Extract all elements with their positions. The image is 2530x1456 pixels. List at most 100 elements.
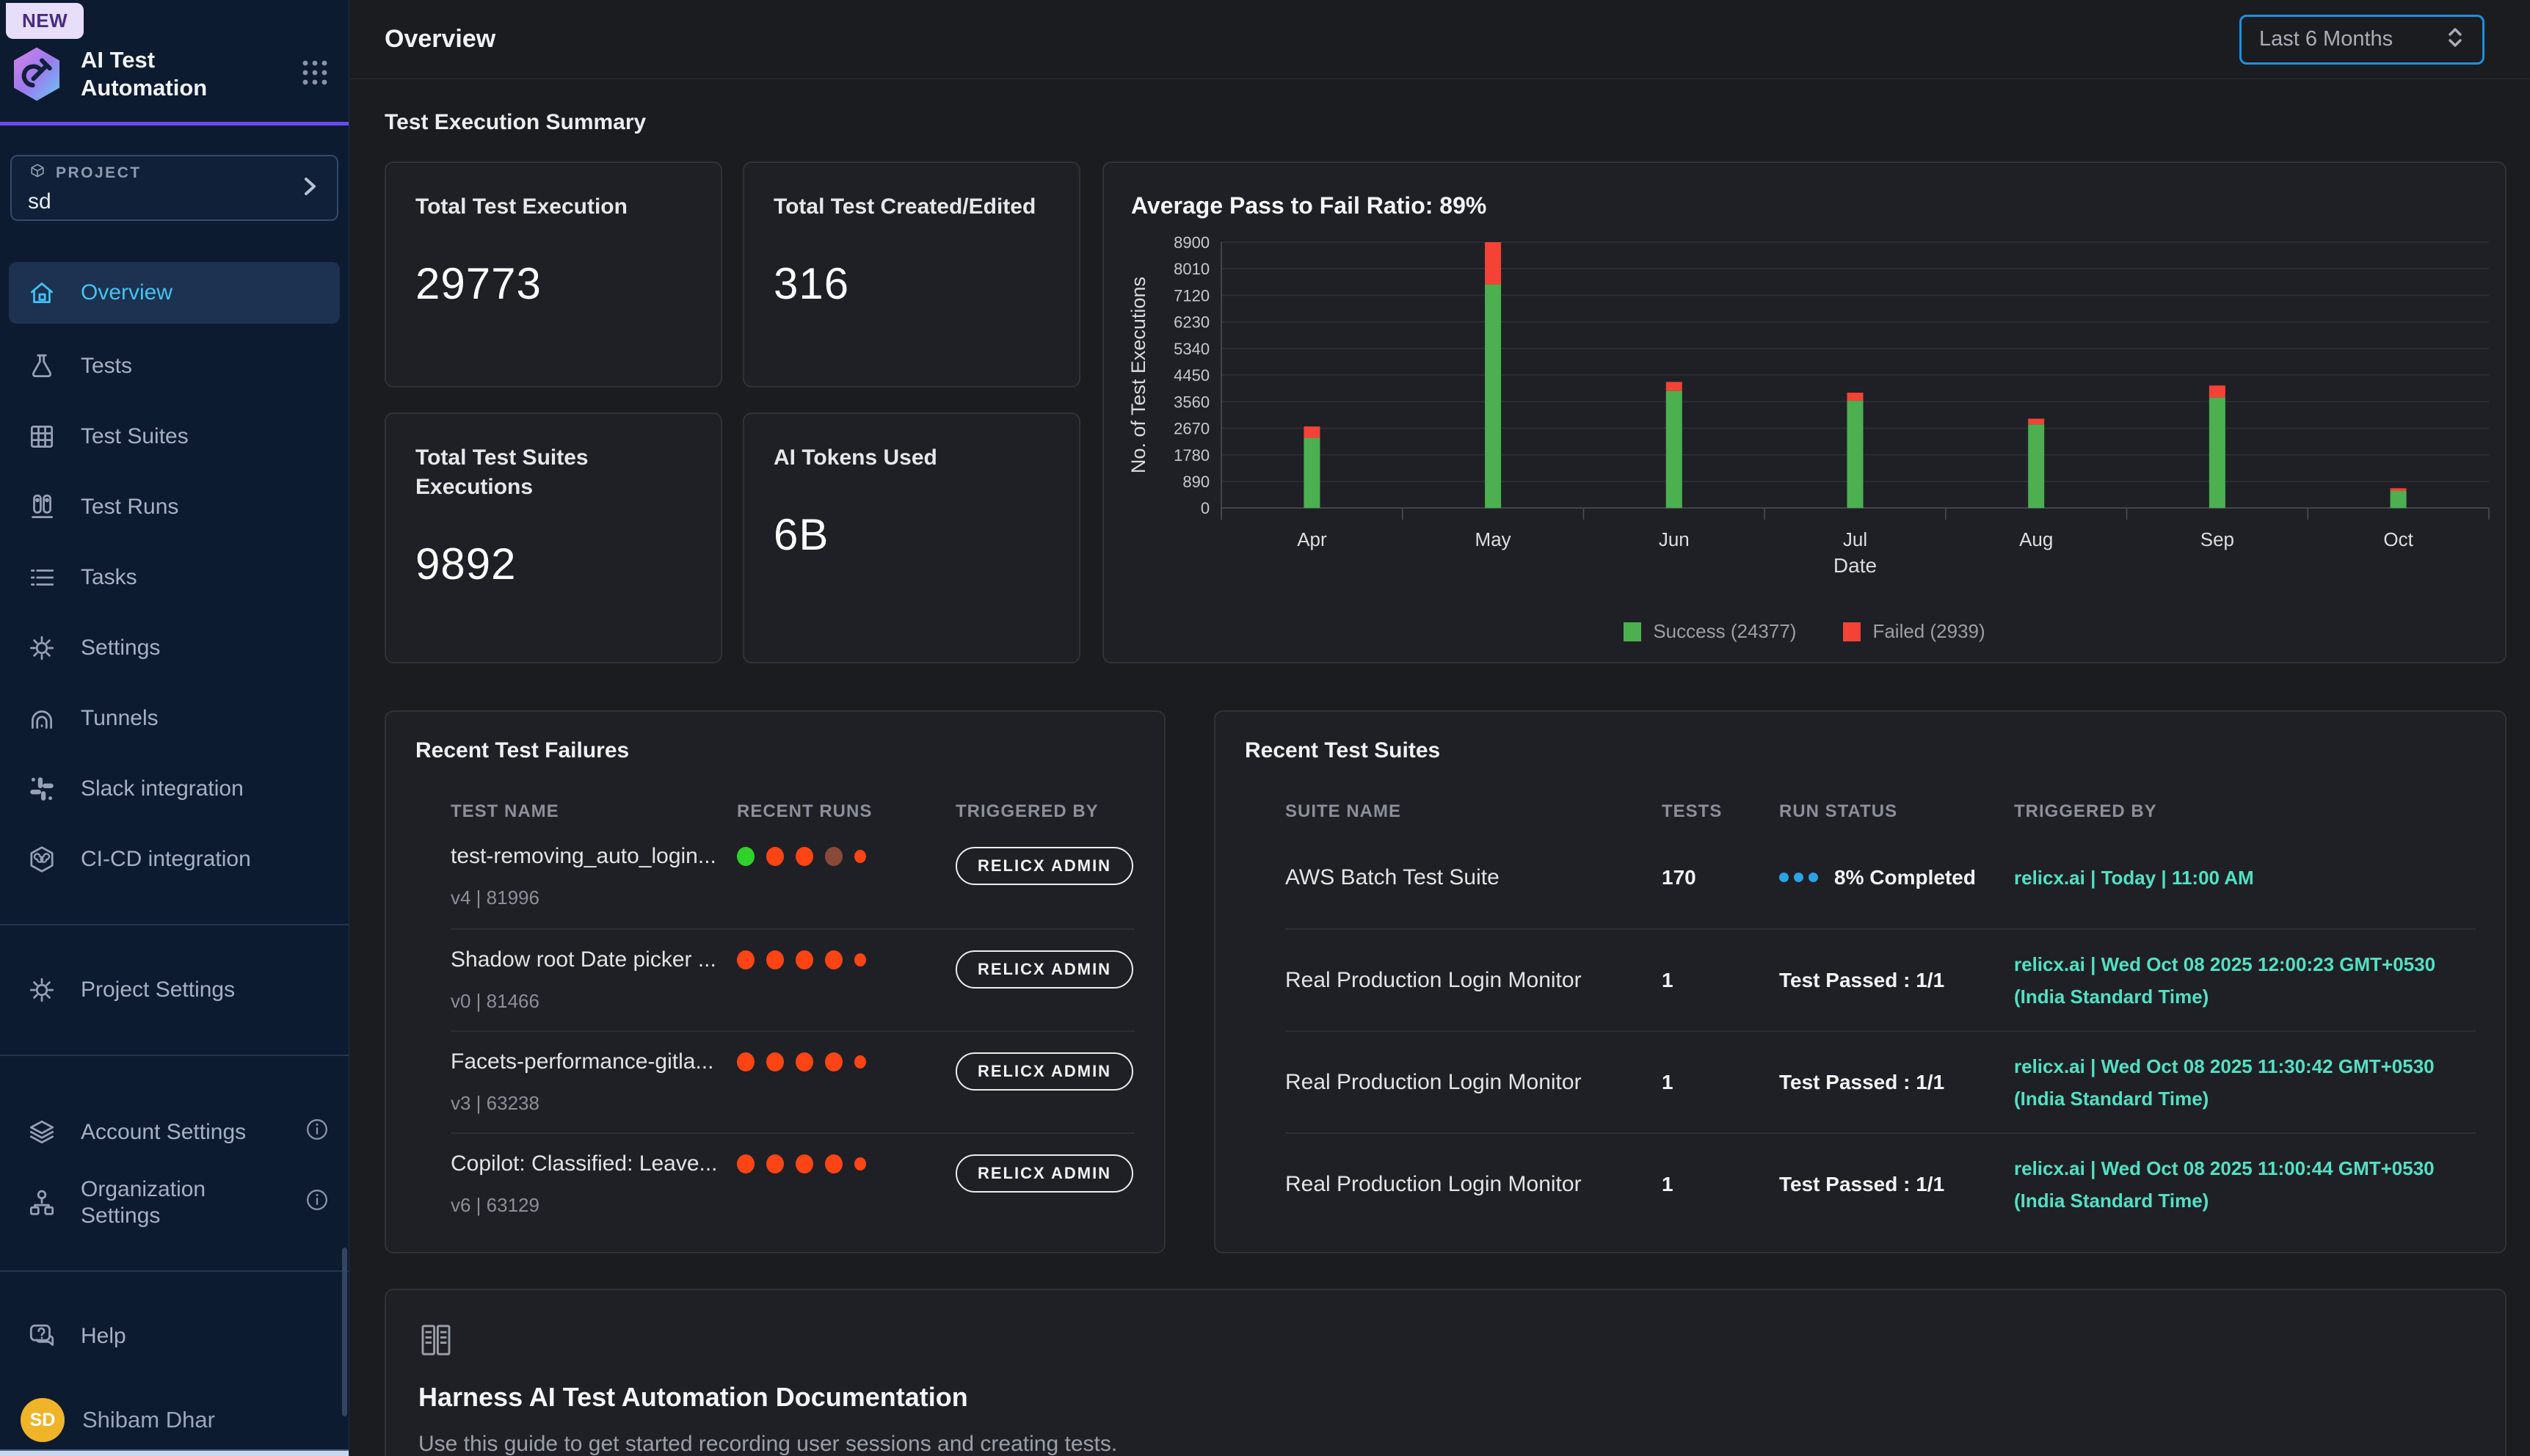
- progress-dot: [1779, 873, 1789, 882]
- sidebar-item-account-settings[interactable]: Account Settings: [0, 1097, 349, 1168]
- sidebar-item-project-settings[interactable]: Project Settings: [0, 955, 349, 1025]
- triggered-by-button[interactable]: RELICX ADMIN: [956, 950, 1133, 989]
- run-status-dot[interactable]: [766, 1052, 784, 1071]
- test-name: Facets-performance-gitla...: [451, 1048, 722, 1076]
- triggered-by-button[interactable]: RELICX ADMIN: [956, 1052, 1133, 1091]
- suite-tests-count: 1: [1662, 969, 1779, 992]
- run-status-dot[interactable]: [766, 950, 784, 969]
- test-suite-row[interactable]: Real Production Login Monitor1Test Passe…: [1285, 928, 2476, 1030]
- suite-triggered-by: relicx.ai | Wed Oct 08 2025 11:30:42 GMT…: [2014, 1050, 2476, 1115]
- sidebar-item-slack-integration[interactable]: Slack integration: [0, 754, 349, 824]
- sidebar-item-label: Tests: [81, 353, 132, 379]
- failure-name-cell: Shadow root Date picker ...v0 | 81466: [451, 946, 737, 1030]
- triggered-by-button[interactable]: RELICX ADMIN: [956, 847, 1133, 885]
- run-status-text: Test Passed : 1/1: [1779, 1071, 1944, 1094]
- info-icon[interactable]: [303, 1186, 331, 1220]
- run-status-dot[interactable]: [796, 1052, 813, 1071]
- run-status-dot[interactable]: [737, 950, 755, 969]
- svg-text:Apr: Apr: [1297, 528, 1327, 550]
- progress-dots-icon: [1779, 873, 1818, 882]
- sidebar-item-organization-settings[interactable]: Organization Settings: [0, 1168, 349, 1238]
- run-status-dot[interactable]: [737, 847, 755, 866]
- test-failure-row[interactable]: test-removing_auto_login...v4 | 81996REL…: [451, 826, 1135, 928]
- sidebar-scrollbar[interactable]: [342, 1248, 347, 1416]
- triggered-by-cell: RELICX ADMIN: [956, 842, 1135, 928]
- svg-text:No. of Test Executions: No. of Test Executions: [1127, 277, 1149, 473]
- legend-swatch: [1843, 622, 1861, 641]
- sidebar-item-label: Tunnels: [81, 705, 159, 732]
- main-content: Overview Last 6 Months Test Execution Su…: [350, 0, 2530, 1456]
- sidebar-item-ci-cd-integration[interactable]: CI-CD integration: [0, 824, 349, 895]
- sidebar-item-tests[interactable]: Tests: [0, 331, 349, 401]
- test-failure-row[interactable]: Copilot: Classified: Leave...v6 | 63129R…: [451, 1132, 1135, 1234]
- app-logo-icon: [10, 46, 63, 103]
- run-status-dot[interactable]: [825, 1052, 843, 1071]
- sidebar-item-label: Overview: [81, 280, 172, 306]
- sidebar-item-overview[interactable]: Overview: [9, 262, 340, 324]
- sidebar-item-settings[interactable]: Settings: [0, 613, 349, 683]
- time-range-select[interactable]: Last 6 Months: [2239, 15, 2484, 65]
- sidebar-item-help[interactable]: Help: [0, 1301, 349, 1372]
- test-suite-row[interactable]: Real Production Login Monitor1Test Passe…: [1285, 1132, 2476, 1234]
- sidebar-item-tasks[interactable]: Tasks: [0, 542, 349, 613]
- suite-tests-count: 170: [1662, 866, 1779, 889]
- svg-text:0: 0: [1201, 499, 1210, 517]
- recent-runs-dots: [737, 1048, 956, 1076]
- svg-text:4450: 4450: [1174, 366, 1210, 385]
- run-status-dot[interactable]: [825, 1154, 843, 1173]
- triggered-by-button[interactable]: RELICX ADMIN: [956, 1154, 1133, 1193]
- cube-icon: [28, 162, 47, 185]
- book-icon: [418, 1322, 2505, 1361]
- stat-value: 9892: [415, 539, 691, 589]
- slack-icon: [25, 772, 59, 806]
- column-header: RECENT RUNS: [737, 801, 956, 822]
- test-failure-row[interactable]: Shadow root Date picker ...v0 | 81466 REL…: [451, 928, 1135, 1030]
- project-label: PROJECT: [56, 164, 142, 182]
- stat-value: 316: [774, 258, 1050, 309]
- run-status-dot[interactable]: [796, 847, 813, 866]
- run-status-dot[interactable]: [825, 847, 843, 866]
- run-status-dot[interactable]: [796, 950, 813, 969]
- sidebar-item-label: Tasks: [81, 564, 137, 591]
- sidebar-nav-account: Account Settings Organization Settings: [0, 1097, 349, 1238]
- run-status-dot[interactable]: [766, 847, 784, 866]
- svg-text:Date: Date: [1833, 554, 1877, 577]
- home-icon: [25, 276, 59, 310]
- grid-icon: [25, 420, 59, 454]
- stat-card-ai-tokens-used: AI Tokens Used6B: [743, 412, 1080, 663]
- test-suite-row[interactable]: AWS Batch Test Suite1708% Completedrelic…: [1285, 826, 2476, 928]
- run-status-dot[interactable]: [737, 1052, 755, 1071]
- test-failure-row[interactable]: Facets-performance-gitla...v3 | 63238REL…: [451, 1030, 1135, 1132]
- stat-card-total-test-created-edited: Total Test Created/Edited316: [743, 161, 1080, 387]
- sidebar-item-test-runs[interactable]: Test Runs: [0, 472, 349, 542]
- progress-dot: [1809, 873, 1818, 882]
- run-status-dot[interactable]: [854, 1055, 866, 1069]
- layers-icon: [25, 1115, 59, 1149]
- svg-text:3560: 3560: [1174, 393, 1210, 411]
- run-status-dot[interactable]: [766, 1154, 784, 1173]
- run-status-dot[interactable]: [825, 950, 843, 969]
- docs-title: Harness AI Test Automation Documentation: [418, 1382, 2505, 1413]
- chart-legend: Success (24377)Failed (2939): [1104, 620, 2505, 643]
- sidebar-item-tunnels[interactable]: Tunnels: [0, 683, 349, 754]
- run-status-dot[interactable]: [854, 953, 866, 967]
- stat-cards: Total Test Execution29773Total Test Crea…: [385, 161, 1080, 663]
- project-selector[interactable]: PROJECT sd: [10, 155, 338, 221]
- svg-text:6230: 6230: [1174, 313, 1210, 332]
- apps-grid-icon[interactable]: [299, 57, 331, 92]
- info-icon[interactable]: [303, 1115, 331, 1149]
- run-status-dot[interactable]: [854, 1157, 866, 1171]
- run-status-dot[interactable]: [796, 1154, 813, 1173]
- recent-test-suites-card: Recent Test Suites SUITE NAMETESTSRUN ST…: [1214, 710, 2507, 1253]
- stat-label: AI Tokens Used: [774, 443, 1050, 473]
- run-status-text: 8% Completed: [1834, 866, 1976, 889]
- stat-card-total-test-suites-executions: Total Test Suites Executions9892: [385, 412, 722, 663]
- user-profile[interactable]: SD Shibam Dhar: [21, 1398, 349, 1442]
- sidebar-item-test-suites[interactable]: Test Suites: [0, 401, 349, 472]
- svg-text:Jun: Jun: [1659, 528, 1690, 550]
- suite-tests-count: 1: [1662, 1173, 1779, 1196]
- run-status-dot[interactable]: [737, 1154, 755, 1173]
- run-status-dot[interactable]: [854, 850, 866, 863]
- sidebar-item-label: Account Settings: [81, 1119, 246, 1146]
- test-suite-row[interactable]: Real Production Login Monitor1Test Passe…: [1285, 1030, 2476, 1132]
